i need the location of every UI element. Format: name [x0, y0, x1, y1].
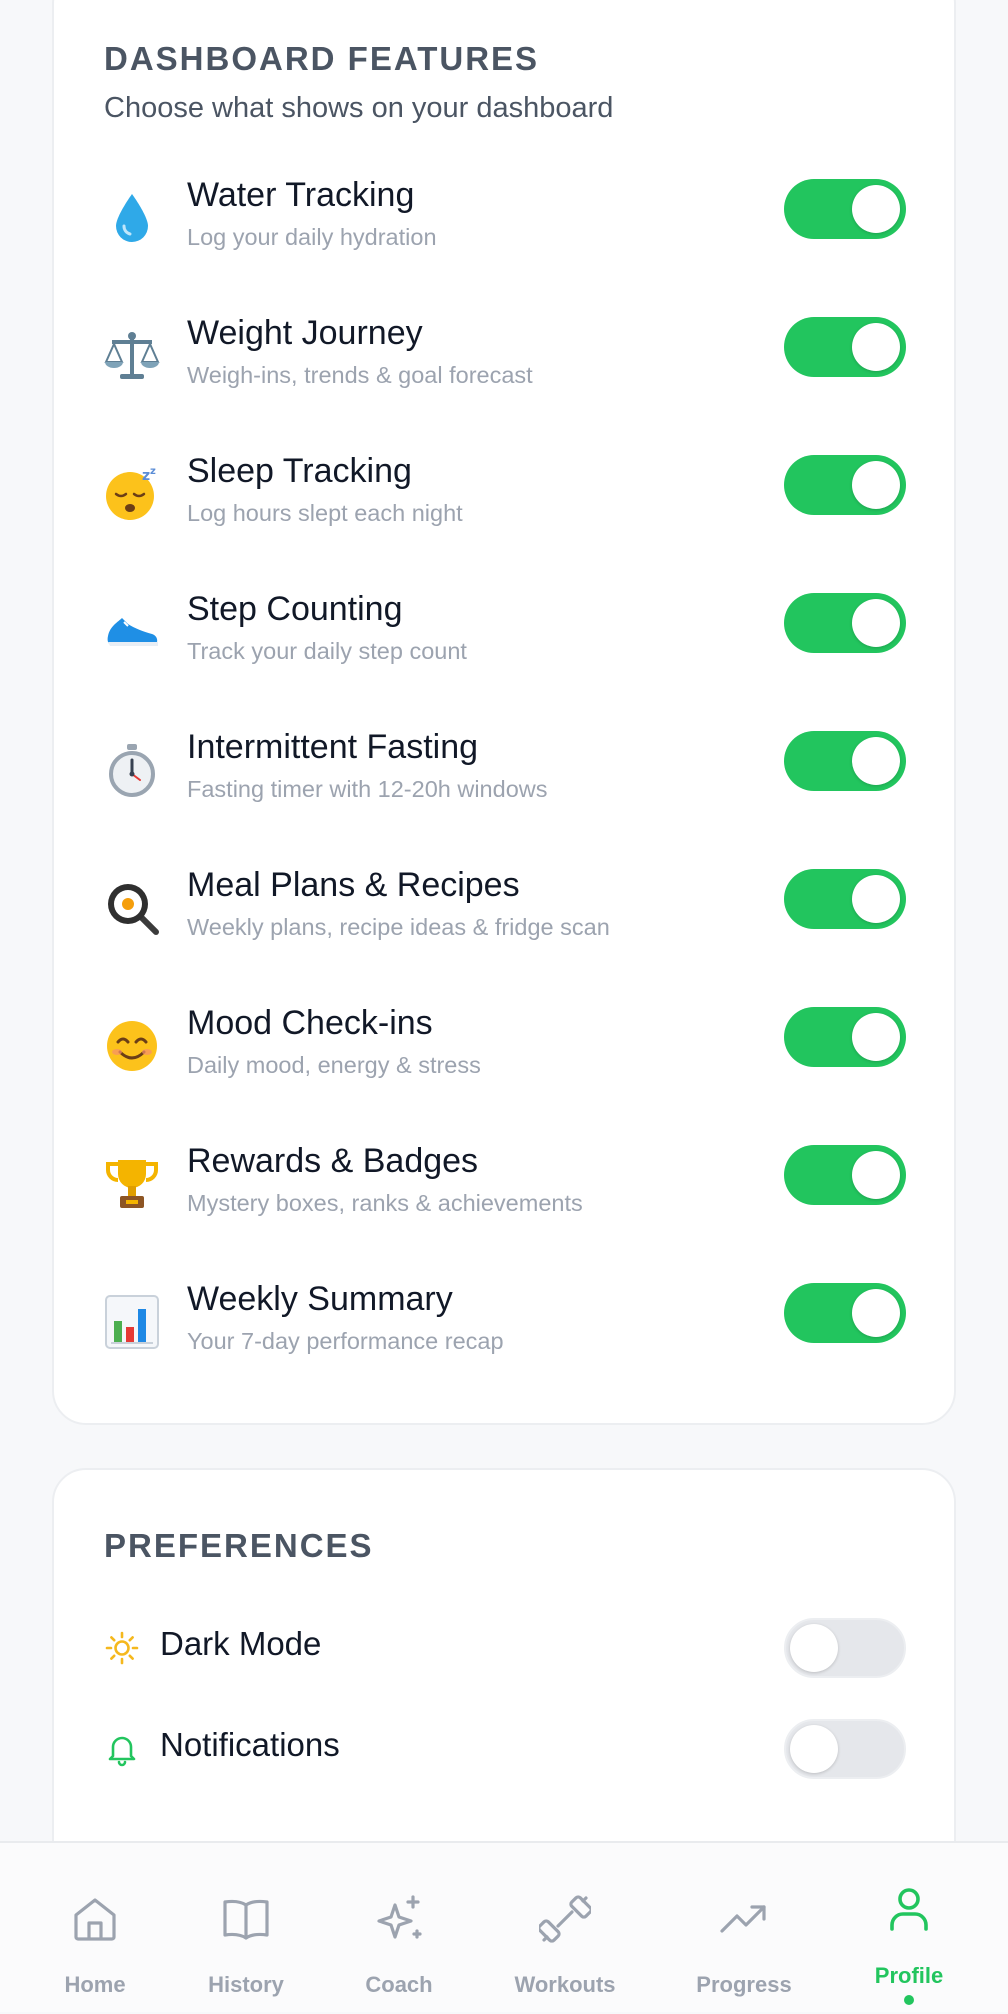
preferences-card: PREFERENCES Dark Mode Notifications [52, 1468, 956, 1888]
nav-item-coach[interactable]: Coach [324, 1843, 474, 2014]
feature-row-water-tracking: Water Tracking Log your daily hydration [54, 176, 954, 314]
mood-check-ins-toggle[interactable] [784, 1007, 906, 1067]
notifications-label: Notifications [160, 1726, 340, 1763]
nav-label-workouts: Workouts [514, 1972, 616, 1997]
weight-journey-toggle[interactable] [784, 317, 906, 377]
sneaker-icon [104, 604, 160, 660]
pref-row-notifications: Notifications [54, 1713, 954, 1783]
feature-row-meal-plans: Meal Plans & Recipes Weekly plans, recip… [54, 866, 954, 1004]
dashboard-features-card: DASHBOARD FEATURES Choose what shows on … [52, 0, 956, 1425]
feature-description: Log hours slept each night [187, 500, 463, 526]
nav-item-workouts[interactable]: Workouts [490, 1843, 640, 2014]
smiling-face-icon [104, 1018, 160, 1074]
toggle-knob [852, 185, 900, 233]
water-tracking-toggle[interactable] [784, 179, 906, 239]
feature-row-step-counting: Step Counting Track your daily step coun… [54, 590, 954, 728]
feature-title: Water Tracking [187, 176, 415, 214]
stopwatch-icon [104, 742, 160, 798]
toggle-knob [852, 323, 900, 371]
feature-row-sleep-tracking: zz Sleep Tracking Log hours slept each n… [54, 452, 954, 590]
rewards-badges-toggle[interactable] [784, 1145, 906, 1205]
nav-item-progress[interactable]: Progress [669, 1843, 819, 2014]
active-indicator-dot [904, 1995, 914, 2005]
feature-title: Weekly Summary [187, 1280, 453, 1318]
nav-item-home[interactable]: Home [20, 1843, 170, 2014]
toggle-knob [852, 461, 900, 509]
feature-description: Track your daily step count [187, 638, 467, 664]
feature-row-intermittent-fasting: Intermittent Fasting Fasting timer with … [54, 728, 954, 866]
sleep-tracking-toggle[interactable] [784, 455, 906, 515]
nav-label-history: History [208, 1972, 284, 1997]
meal-plans-toggle[interactable] [784, 869, 906, 929]
preferences-title: PREFERENCES [104, 1527, 374, 1564]
feature-title: Step Counting [187, 590, 403, 628]
feature-title: Mood Check-ins [187, 1004, 433, 1042]
feature-description: Fasting timer with 12-20h windows [187, 776, 548, 802]
notifications-toggle[interactable] [784, 1719, 906, 1779]
intermittent-fasting-toggle[interactable] [784, 731, 906, 791]
toggle-knob [790, 1725, 838, 1773]
bell-icon [104, 1731, 140, 1767]
water-drop-icon [104, 190, 160, 246]
feature-title: Intermittent Fasting [187, 728, 479, 766]
book-icon [220, 1893, 272, 1945]
feature-description: Weigh-ins, trends & goal forecast [187, 362, 533, 388]
feature-row-mood-check-ins: Mood Check-ins Daily mood, energy & stre… [54, 1004, 954, 1142]
nav-label-profile: Profile [874, 1963, 944, 1988]
feature-description: Daily mood, energy & stress [187, 1052, 481, 1078]
feature-row-rewards-badges: Rewards & Badges Mystery boxes, ranks & … [54, 1142, 954, 1280]
user-icon [883, 1883, 935, 1935]
dashboard-features-title: DASHBOARD FEATURES [104, 40, 540, 77]
feature-title: Rewards & Badges [187, 1142, 479, 1180]
feature-description: Your 7-day performance recap [187, 1328, 504, 1354]
feature-row-weight-journey: Weight Journey Weigh-ins, trends & goal … [54, 314, 954, 452]
step-counting-toggle[interactable] [784, 593, 906, 653]
dumbbell-icon [537, 1893, 593, 1945]
toggle-knob [852, 1013, 900, 1061]
sleeping-face-icon: zz [104, 466, 160, 522]
sparkle-icon [373, 1893, 425, 1945]
trophy-icon [104, 1156, 160, 1212]
nav-label-progress: Progress [696, 1972, 792, 1997]
bottom-navigation: Home History Coach Workouts Progress Pro… [0, 1841, 1008, 2012]
dashboard-features-subtitle: Choose what shows on your dashboard [104, 92, 614, 124]
toggle-knob [790, 1624, 838, 1672]
toggle-knob [852, 1289, 900, 1337]
pref-row-dark-mode: Dark Mode [54, 1612, 954, 1682]
svg-text:z: z [150, 466, 156, 477]
trending-up-icon [718, 1893, 770, 1945]
feature-description: Mystery boxes, ranks & achievements [187, 1190, 583, 1216]
nav-label-coach: Coach [365, 1972, 433, 1997]
dark-mode-toggle[interactable] [784, 1618, 906, 1678]
nav-label-home: Home [64, 1972, 126, 1997]
feature-row-weekly-summary: Weekly Summary Your 7-day performance re… [54, 1280, 954, 1418]
feature-title: Weight Journey [187, 314, 423, 352]
toggle-knob [852, 875, 900, 923]
toggle-knob [852, 1151, 900, 1199]
feature-description: Weekly plans, recipe ideas & fridge scan [187, 914, 610, 940]
nav-item-history[interactable]: History [171, 1843, 321, 2014]
home-icon [69, 1893, 121, 1945]
feature-description: Log your daily hydration [187, 224, 437, 250]
nav-item-profile[interactable]: Profile [834, 1843, 984, 2014]
toggle-knob [852, 599, 900, 647]
bar-chart-icon [104, 1294, 160, 1350]
feature-title: Meal Plans & Recipes [187, 866, 520, 904]
feature-title: Sleep Tracking [187, 452, 412, 490]
svg-text:z: z [142, 468, 150, 484]
dark-mode-label: Dark Mode [160, 1625, 322, 1662]
balance-scale-icon [104, 328, 160, 384]
sun-icon [104, 1630, 140, 1666]
frying-pan-egg-icon [104, 880, 160, 936]
weekly-summary-toggle[interactable] [784, 1283, 906, 1343]
toggle-knob [852, 737, 900, 785]
